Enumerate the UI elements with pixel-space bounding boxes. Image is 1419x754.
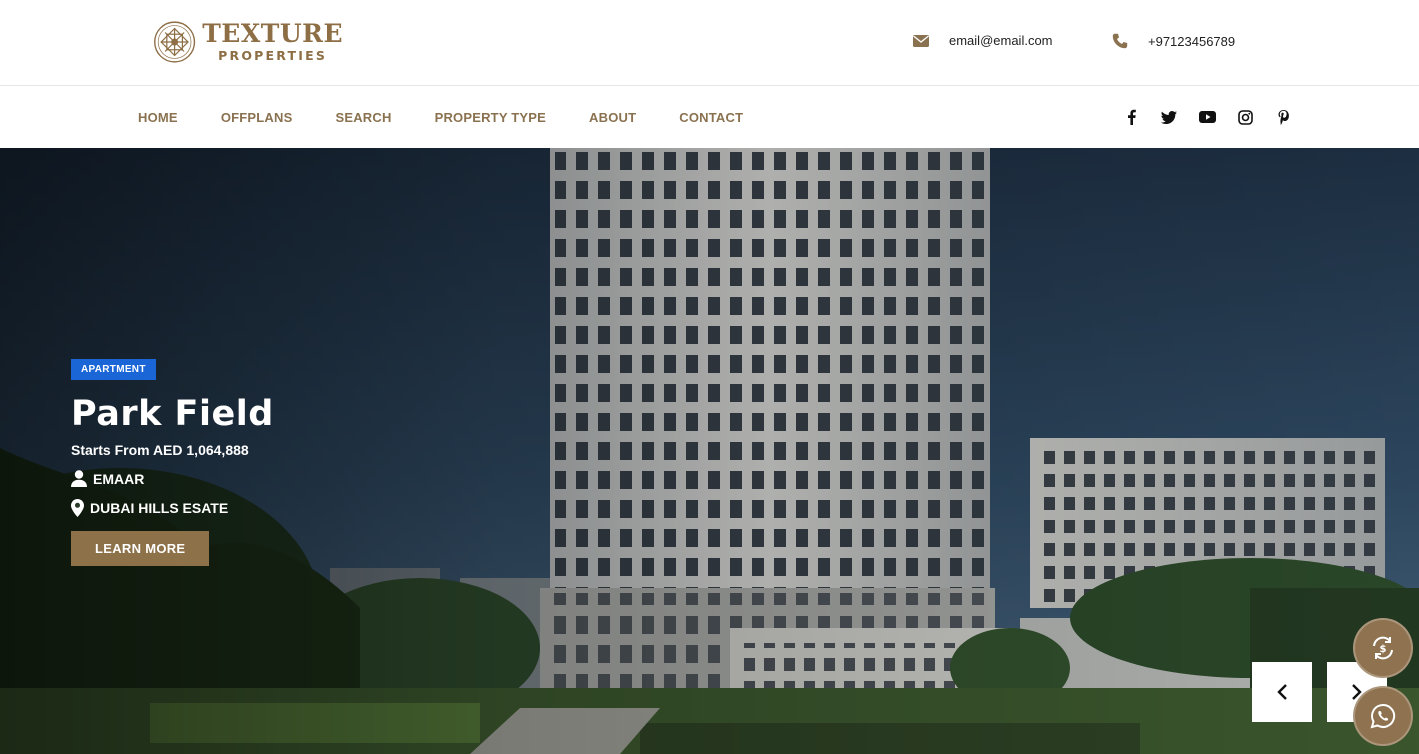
nav-home[interactable]: HOME <box>138 110 178 125</box>
facebook-icon[interactable] <box>1122 108 1140 126</box>
main-nav: HOME OFFPLANS SEARCH PROPERTY TYPE ABOUT… <box>138 86 786 148</box>
hero-content: APARTMENT Park Field Starts From AED 1,0… <box>71 359 274 566</box>
nav-about[interactable]: ABOUT <box>589 110 636 125</box>
top-header: TEXTURE PROPERTIES email@email.com +9712… <box>0 0 1419 86</box>
social-links <box>1122 106 1292 128</box>
svg-text:$: $ <box>1380 644 1387 655</box>
developer-row: EMAAR <box>71 470 274 487</box>
property-price: Starts From AED 1,064,888 <box>71 442 249 458</box>
site-logo[interactable]: TEXTURE PROPERTIES <box>153 16 343 68</box>
hero-slider: APARTMENT Park Field Starts From AED 1,0… <box>0 148 1419 754</box>
nav-offplans[interactable]: OFFPLANS <box>221 110 293 125</box>
nav-search[interactable]: SEARCH <box>335 110 391 125</box>
email-text: email@email.com <box>949 33 1053 48</box>
slider-prev-button[interactable] <box>1252 662 1312 722</box>
property-type-badge[interactable]: APARTMENT <box>71 359 156 380</box>
currency-exchange-icon: $ <box>1373 636 1393 660</box>
map-pin-icon <box>71 499 84 517</box>
phone-icon <box>1112 33 1128 49</box>
nav-property-type[interactable]: PROPERTY TYPE <box>435 110 546 125</box>
user-icon <box>71 470 87 487</box>
whatsapp-button[interactable] <box>1353 686 1413 746</box>
instagram-icon[interactable] <box>1236 108 1254 126</box>
location-name: DUBAI HILLS ESATE <box>90 500 229 516</box>
logo-subtitle: PROPERTIES <box>218 48 328 64</box>
logo-emblem-icon <box>154 21 196 63</box>
developer-name: EMAAR <box>93 470 145 487</box>
property-title: Park Field <box>71 394 274 434</box>
twitter-icon[interactable] <box>1160 108 1178 126</box>
location-row: DUBAI HILLS ESATE <box>71 499 274 517</box>
chevron-left-icon <box>1277 684 1287 700</box>
contact-phone[interactable]: +97123456789 <box>1112 33 1235 49</box>
currency-converter-button[interactable]: $ <box>1353 618 1413 678</box>
logo-title: TEXTURE <box>202 19 343 49</box>
whatsapp-icon <box>1370 703 1396 729</box>
contact-email[interactable]: email@email.com <box>913 33 1053 48</box>
youtube-icon[interactable] <box>1198 108 1216 126</box>
pinterest-icon[interactable] <box>1274 108 1292 126</box>
nav-contact[interactable]: CONTACT <box>679 110 743 125</box>
learn-more-button[interactable]: LEARN MORE <box>71 531 210 566</box>
main-navbar: HOME OFFPLANS SEARCH PROPERTY TYPE ABOUT… <box>0 86 1419 148</box>
envelope-icon <box>913 34 929 47</box>
phone-text: +97123456789 <box>1148 33 1236 49</box>
